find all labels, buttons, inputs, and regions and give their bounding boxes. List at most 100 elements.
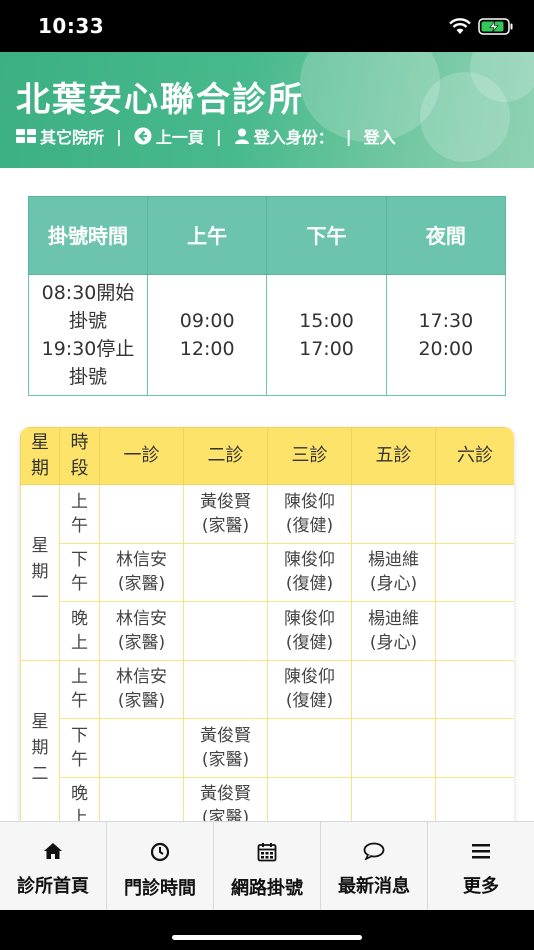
weekday-cell: 星期二 (20, 659, 60, 821)
doctor-name: 黃俊賢 (200, 725, 251, 746)
schedule-row: 下午 黃俊賢 (家醫) (21, 718, 514, 778)
schedule-row: 下午 林信安 (家醫) 陳俊仰 (復健) 楊迪維 (身心) (21, 542, 514, 602)
afternoon-hours-cell: 15:00 17:00 (266, 274, 387, 396)
doctor-specialty: (復健) (285, 691, 334, 712)
doctor-name: 林信安 (116, 608, 167, 629)
schedule-row: 星期一 上午 黃俊賢 (家醫) 陳俊仰 (復健) (20, 484, 514, 661)
clinic-title: 北葉安心聯合診所 (16, 80, 304, 120)
status-time: 10:33 (38, 14, 105, 38)
doctor-cell (183, 601, 268, 661)
doctor-cell (99, 718, 184, 778)
doctor-cell (99, 484, 184, 544)
tab-latest-news[interactable]: 最新消息 (321, 822, 428, 910)
room-3-header: 三診 (267, 427, 352, 485)
tab-clinic-home-label: 診所首頁 (17, 876, 89, 897)
doctor-name: 黃俊賢 (200, 784, 251, 805)
doctor-specialty: (復健) (285, 574, 334, 595)
doctor-cell[interactable]: 黃俊賢 (家醫) (183, 718, 268, 778)
doctor-cell[interactable]: 黃俊賢 (家醫) (183, 776, 268, 821)
period-header: 時段 (59, 427, 100, 485)
back-label: 上一頁 (155, 128, 204, 147)
doctor-cell (183, 659, 268, 719)
night-hours-cell: 17:30 20:00 (385, 274, 507, 396)
other-clinics-label: 其它院所 (40, 128, 105, 147)
schedule-row: 星期二 上午 林信安 (家醫) 陳俊仰 (復健) (20, 659, 514, 821)
other-clinics-link[interactable]: 其它院所 (16, 124, 104, 148)
room-6-header: 六診 (435, 427, 514, 485)
tab-online-registration[interactable]: 網路掛號 (214, 822, 321, 910)
doctor-specialty: (家醫) (117, 574, 166, 595)
doctor-name: 黃俊賢 (200, 491, 251, 512)
morning-hours-cell: 09:00 12:00 (146, 274, 268, 396)
doctor-specialty: (家醫) (201, 808, 250, 821)
login-identity-label: 登入身份： (253, 128, 334, 147)
schedule-header-row: 星期 時段 一診 二診 三診 五診 六診 (20, 427, 514, 485)
doctor-cell (267, 718, 352, 778)
doctor-specialty: (復健) (285, 515, 334, 536)
weekday-cell: 星期一 (20, 484, 60, 661)
schedule-row: 晚上 黃俊賢 (家醫) (21, 776, 514, 821)
period-cell: 晚上 (59, 776, 100, 821)
doctor-name: 陳俊仰 (284, 491, 335, 512)
schedule-table: 星期 時段 一診 二診 三診 五診 六診 星期一 上午 黃俊賢 (家醫) 陳俊仰 (復健)… (20, 427, 514, 821)
doctor-cell[interactable]: 黃俊賢 (家醫) (183, 484, 268, 544)
clinic-schedule[interactable]: 星期 時段 一診 二診 三診 五診 六診 星期一 上午 黃俊賢 (家醫) 陳俊仰 (復健)… (20, 427, 514, 821)
doctor-cell (351, 718, 436, 778)
clock-icon (150, 842, 170, 862)
tab-more[interactable]: 更多 (428, 822, 534, 910)
tab-clinic-home[interactable]: 診所首頁 (0, 822, 107, 910)
doctor-cell[interactable]: 楊迪維 (身心) (351, 601, 436, 661)
login-identity: 登入身份： (234, 124, 334, 148)
battery-charging-icon (478, 18, 513, 35)
doctor-name: 林信安 (116, 667, 167, 688)
tab-clinic-hours[interactable]: 門診時間 (107, 822, 214, 910)
doctor-cell[interactable]: 陳俊仰 (復健) (267, 542, 352, 602)
doctor-specialty: (復健) (285, 632, 334, 653)
doctor-name: 陳俊仰 (284, 667, 335, 688)
login-link[interactable]: 登入 (364, 124, 396, 148)
room-5-header: 五診 (351, 427, 436, 485)
user-icon (234, 128, 249, 144)
header-nav: 其它院所 | 上一頁 | 登入身份： | 登入 (16, 124, 396, 148)
registration-time-cell: 08:30開始 掛號 19:30停止 掛號 (28, 274, 148, 396)
nav-separator: | (116, 126, 122, 146)
period-cell: 晚上 (59, 601, 100, 661)
doctor-specialty: (身心) (369, 632, 418, 653)
home-icon (44, 843, 62, 859)
registration-time-header: 掛號時間 (28, 196, 148, 275)
login-label: 登入 (363, 128, 396, 147)
home-indicator[interactable] (172, 935, 362, 940)
night-header: 夜間 (385, 196, 507, 275)
schedule-row: 晚上 林信安 (家醫) 陳俊仰 (復健) 楊迪維 (身心) (21, 601, 514, 661)
period-cell: 下午 (59, 542, 100, 602)
clinic-header: 北葉安心聯合診所 其它院所 | 上一頁 | 登入身份： | 登入 (0, 52, 534, 168)
doctor-cell[interactable]: 陳俊仰 (復健) (267, 484, 352, 544)
doctor-cell[interactable]: 楊迪維 (身心) (351, 542, 436, 602)
doctor-cell (267, 776, 352, 821)
home-indicator-area (0, 910, 534, 950)
doctor-specialty: (家醫) (201, 749, 250, 770)
room-2-header: 二診 (183, 427, 268, 485)
doctor-cell[interactable]: 林信安 (家醫) (99, 601, 184, 661)
grid-icon (16, 129, 36, 143)
doctor-name: 陳俊仰 (284, 550, 335, 571)
menu-icon (472, 844, 490, 859)
bottom-tab-bar: 診所首頁 門診時間 網路掛號 最新消息 更多 (0, 821, 534, 910)
doctor-cell[interactable]: 陳俊仰 (復健) (267, 601, 352, 661)
doctor-cell[interactable]: 林信安 (家醫) (99, 542, 184, 602)
doctor-cell (99, 776, 184, 821)
period-cell: 上午 (59, 659, 100, 719)
doctor-cell[interactable]: 陳俊仰 (復健) (267, 659, 352, 719)
doctor-specialty: (家醫) (201, 515, 250, 536)
doctor-cell[interactable]: 林信安 (家醫) (99, 659, 184, 719)
chat-bubble-icon (363, 842, 385, 860)
room-1-header: 一診 (99, 427, 184, 485)
doctor-cell (435, 484, 514, 544)
doctor-cell (351, 484, 436, 544)
back-link[interactable]: 上一頁 (134, 124, 204, 148)
doctor-name: 林信安 (116, 550, 167, 571)
calendar-icon (257, 843, 277, 862)
doctor-cell (435, 776, 514, 821)
wifi-icon (449, 18, 471, 34)
nav-separator: | (345, 126, 352, 146)
